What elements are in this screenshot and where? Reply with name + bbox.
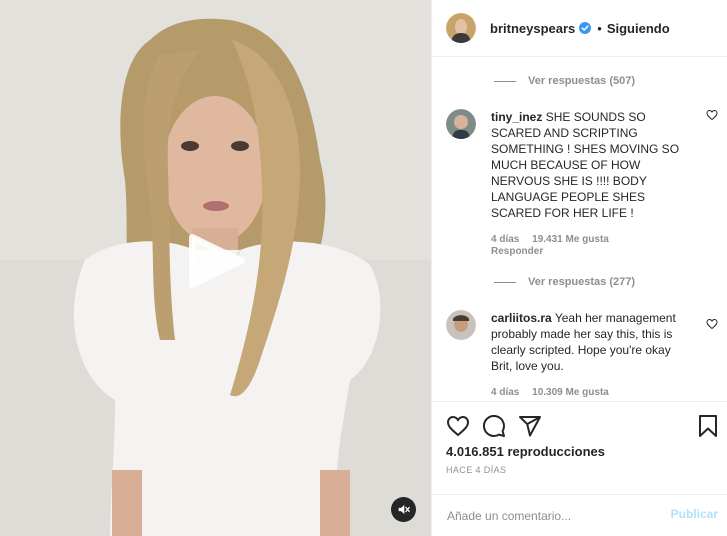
- avatar-image: [446, 109, 476, 139]
- post-header: britneyspears • Siguiendo: [432, 0, 727, 57]
- comment-likes[interactable]: 19.431 Me gusta: [532, 234, 609, 245]
- comment-like-button[interactable]: [706, 109, 718, 124]
- comment-body: SHE SOUNDS SO SCARED AND SCRIPTING SOMET…: [491, 110, 680, 220]
- heart-icon: [706, 109, 718, 121]
- video-player[interactable]: [0, 0, 431, 536]
- avatar-image: [446, 310, 476, 340]
- heart-icon: [446, 415, 470, 437]
- view-replies-label: Ver respuestas (277): [528, 276, 636, 288]
- comment-meta: 4 días 10.309 Me gusta: [491, 387, 619, 398]
- avatar-image: [446, 13, 476, 43]
- comment-like-button[interactable]: [706, 318, 718, 333]
- commenter-avatar[interactable]: [446, 310, 476, 340]
- view-replies-link[interactable]: Ver respuestas (277): [494, 276, 635, 288]
- view-replies-label: Ver respuestas (507): [528, 75, 636, 87]
- play-icon: [189, 234, 245, 288]
- dot-separator: •: [597, 20, 602, 36]
- comments-list[interactable]: Ver respuestas (507) tiny_inez SHE SOUND…: [432, 58, 727, 401]
- comment-button[interactable]: [482, 414, 506, 441]
- following-button[interactable]: Siguiendo: [607, 21, 670, 36]
- post-timestamp[interactable]: HACE 4 DÍAS: [446, 465, 506, 475]
- share-button[interactable]: [518, 414, 542, 441]
- save-button[interactable]: [697, 414, 719, 441]
- bookmark-icon: [699, 415, 717, 437]
- comment-likes[interactable]: 10.309 Me gusta: [532, 387, 609, 398]
- muted-speaker-icon: [398, 505, 410, 514]
- post-side-panel: britneyspears • Siguiendo Ver respuestas…: [431, 0, 727, 536]
- replies-line: [494, 281, 516, 283]
- play-button[interactable]: [186, 231, 246, 291]
- comment-time[interactable]: 4 días: [491, 387, 519, 398]
- paper-plane-icon: [519, 416, 541, 437]
- comment-text: tiny_inez SHE SOUNDS SO SCARED AND SCRIP…: [491, 109, 681, 221]
- mute-button[interactable]: [391, 497, 416, 522]
- comment-input[interactable]: [432, 495, 662, 536]
- comment-text: carliitos.ra Yeah her management probabl…: [491, 310, 681, 374]
- view-count[interactable]: 4.016.851 reproducciones: [446, 444, 605, 459]
- author-username[interactable]: britneyspears: [490, 21, 575, 36]
- heart-icon: [706, 318, 718, 330]
- publish-button[interactable]: Publicar: [671, 507, 718, 521]
- commenter-username[interactable]: carliitos.ra: [491, 311, 552, 325]
- replies-line: [494, 80, 516, 82]
- reply-button[interactable]: Responder: [491, 246, 543, 257]
- view-replies-link[interactable]: Ver respuestas (507): [494, 75, 635, 87]
- like-button[interactable]: [446, 414, 470, 441]
- comment-item: carliitos.ra Yeah her management probabl…: [446, 310, 718, 401]
- author-avatar[interactable]: [446, 13, 476, 43]
- post-actions: 4.016.851 reproducciones HACE 4 DÍAS: [432, 401, 727, 496]
- verified-badge-icon: [579, 22, 592, 34]
- comment-bubble-icon: [482, 414, 505, 437]
- add-comment-bar: Publicar: [432, 494, 727, 536]
- commenter-username[interactable]: tiny_inez: [491, 110, 542, 124]
- commenter-avatar[interactable]: [446, 109, 476, 139]
- instagram-post: britneyspears • Siguiendo Ver respuestas…: [0, 0, 727, 536]
- comment-time[interactable]: 4 días: [491, 234, 519, 245]
- comment-meta: 4 días 19.431 Me gusta: [491, 234, 619, 245]
